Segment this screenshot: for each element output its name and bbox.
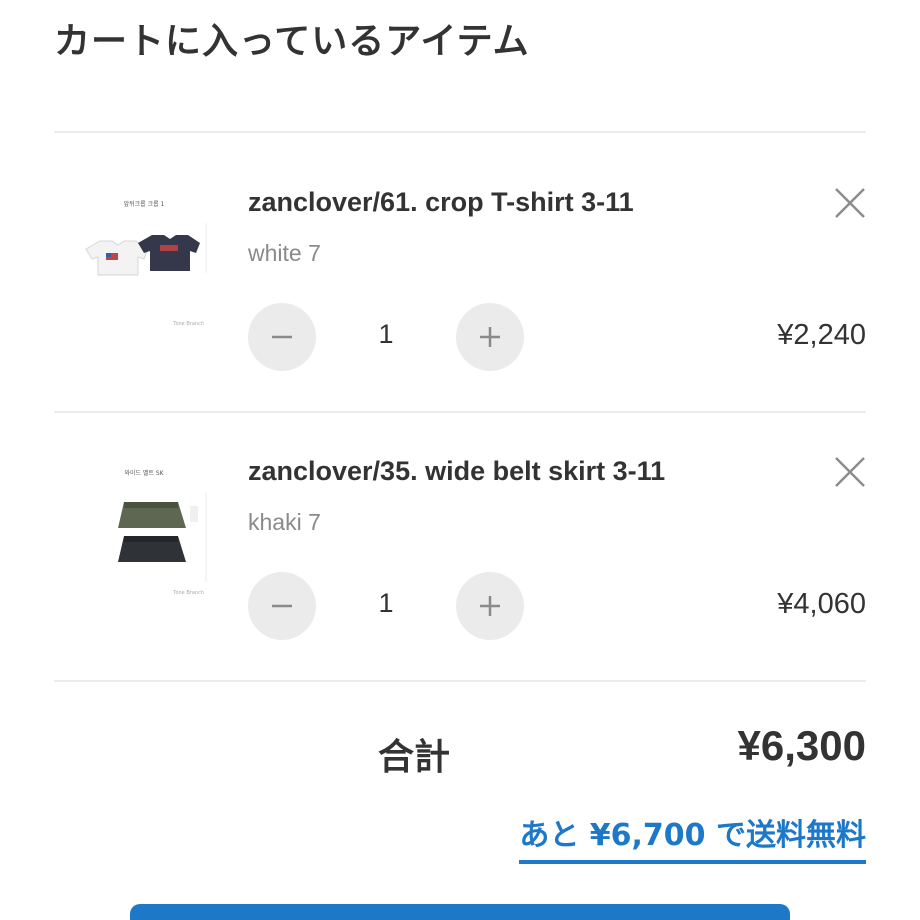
item-price: ¥2,240 xyxy=(777,319,866,351)
increase-quantity-button[interactable] xyxy=(456,303,524,371)
minus-icon xyxy=(272,335,292,339)
checkout-button[interactable] xyxy=(130,904,790,920)
minus-icon xyxy=(272,604,292,608)
cart-item: 와이드 벨트 SK Tone Branch zanclover/35. wide… xyxy=(54,402,866,672)
thumbnail-caption: 와이드 벨트 SK xyxy=(124,470,164,477)
plus-icon xyxy=(480,596,500,616)
product-thumbnail[interactable]: 와이드 벨트 SK Tone Branch xyxy=(74,452,214,600)
item-price: ¥4,060 xyxy=(777,588,866,620)
close-icon xyxy=(835,188,865,218)
total-label: 合計 xyxy=(378,737,451,778)
quantity-value: 1 xyxy=(378,319,394,349)
total-value: ¥6,300 xyxy=(737,722,866,769)
item-name[interactable]: zanclover/61. crop T-shirt 3-11 xyxy=(248,187,634,218)
plus-icon xyxy=(480,327,500,347)
page-title: カートに入っているアイテム xyxy=(54,21,530,62)
close-icon xyxy=(835,457,865,487)
thumbnail-caption: 앞뒤크롭 크롭 1 xyxy=(123,201,165,208)
product-thumbnail[interactable]: 앞뒤크롭 크롭 1 Tone Branch xyxy=(74,183,214,331)
thumbnail-footer: Tone Branch xyxy=(173,590,204,596)
thumbnail-footer: Tone Branch xyxy=(173,321,204,327)
cart-item: 앞뒤크롭 크롭 1 Tone Branch zanclover/61. crop… xyxy=(54,133,866,403)
divider xyxy=(54,680,866,682)
increase-quantity-button[interactable] xyxy=(456,572,524,640)
remove-item-button[interactable] xyxy=(830,183,870,223)
quantity-value: 1 xyxy=(378,588,394,618)
remove-item-button[interactable] xyxy=(830,452,870,492)
item-variant: khaki 7 xyxy=(248,509,321,535)
item-name[interactable]: zanclover/35. wide belt skirt 3-11 xyxy=(248,456,665,487)
item-variant: white 7 xyxy=(248,240,321,266)
decrease-quantity-button[interactable] xyxy=(248,572,316,640)
decrease-quantity-button[interactable] xyxy=(248,303,316,371)
free-shipping-link[interactable]: あと ¥6,700 で送料無料 xyxy=(519,810,866,864)
